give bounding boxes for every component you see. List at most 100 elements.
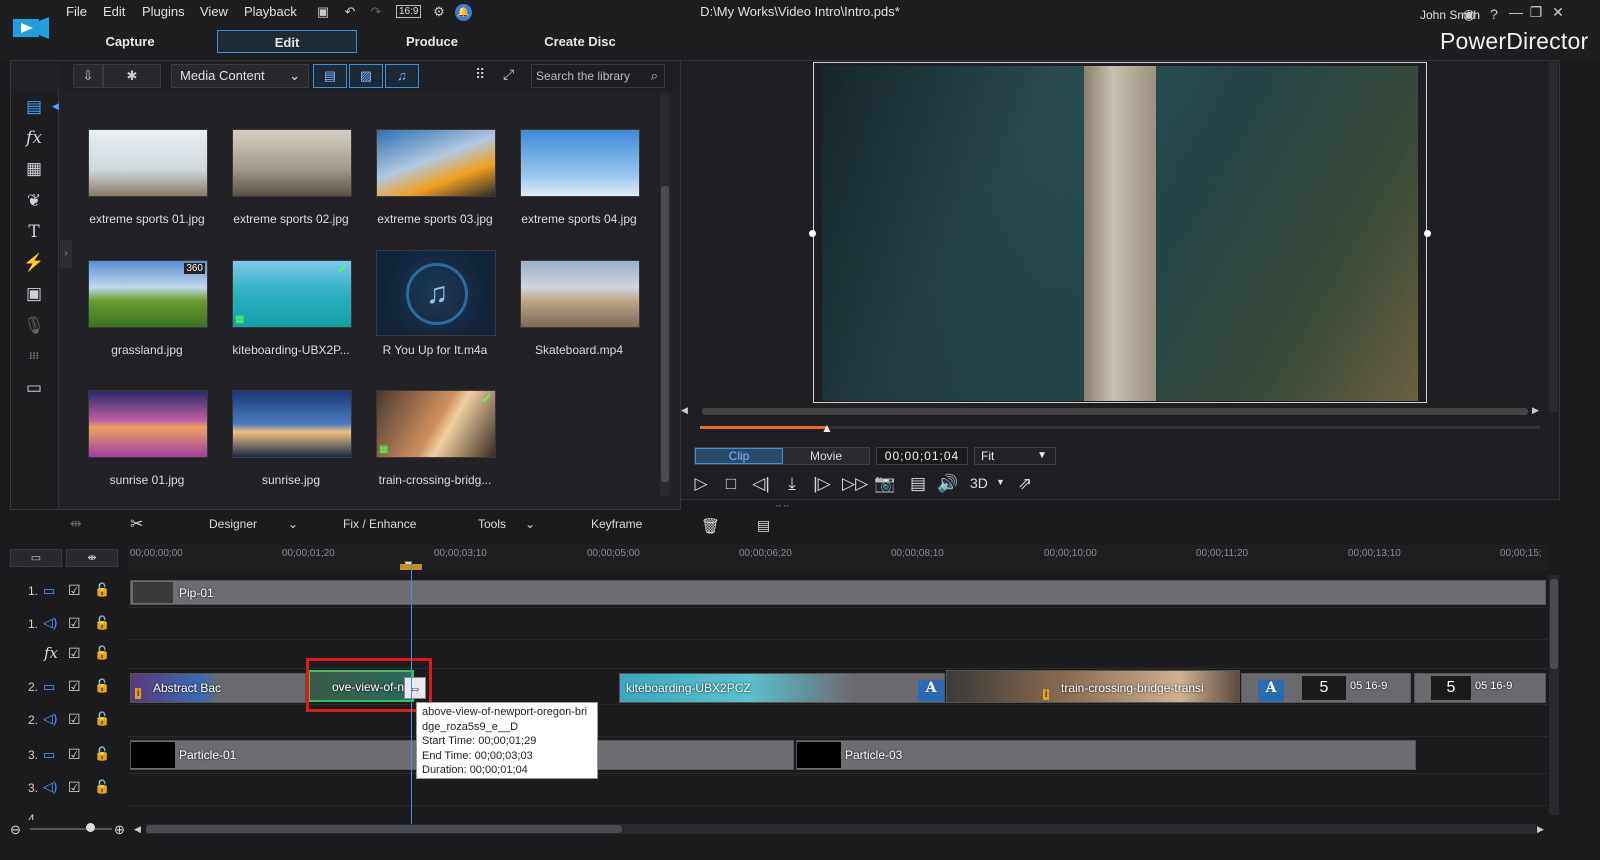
timecode-display[interactable]: 00;00;01;04 bbox=[876, 447, 968, 465]
voice-over-room-icon[interactable]: 🎙 bbox=[23, 315, 45, 337]
clip-particle-03[interactable]: Particle-03 bbox=[796, 740, 1416, 770]
scroll-left-icon[interactable]: ◀ bbox=[681, 405, 688, 416]
resize-handle-right[interactable] bbox=[1424, 230, 1431, 237]
track-enable-checkbox[interactable]: ☑ bbox=[68, 615, 81, 632]
media-content-select[interactable]: Media Content ⌄ bbox=[171, 64, 309, 88]
restore-icon[interactable]: ❐ bbox=[1527, 4, 1545, 21]
snapshot-camera-icon[interactable]: 📷 bbox=[874, 474, 896, 494]
clip-train-crossing[interactable]: train-crossing-bridge-transi i bbox=[946, 670, 1240, 703]
volume-icon[interactable]: 🔊 bbox=[937, 474, 959, 494]
preview-vertical-scrollbar[interactable] bbox=[1549, 62, 1558, 412]
transition-room-icon[interactable]: ⚡ bbox=[23, 252, 45, 274]
menu-edit[interactable]: Edit bbox=[103, 4, 125, 19]
track-manager-button[interactable]: ▭ bbox=[10, 549, 62, 567]
subtitles-icon[interactable]: ▤ bbox=[907, 474, 929, 494]
timeline-ruler[interactable] bbox=[128, 545, 1548, 570]
3d-mode-button[interactable]: 3D bbox=[970, 475, 988, 491]
import-media-button[interactable]: ⇩ bbox=[73, 64, 103, 88]
undock-preview-icon[interactable]: ⇗ bbox=[1014, 474, 1036, 494]
playback-slider-handle[interactable]: ▲ bbox=[821, 421, 833, 435]
clip-mode-button[interactable]: Clip bbox=[695, 448, 783, 464]
3d-dropdown-icon[interactable]: ▼ bbox=[996, 477, 1005, 487]
previous-frame-icon[interactable]: ◁| bbox=[750, 474, 772, 494]
plugins-button[interactable]: ✱ bbox=[103, 64, 161, 88]
tab-edit[interactable]: Edit bbox=[217, 30, 357, 53]
media-thumb-kiteboarding[interactable]: ✓ ▦ bbox=[232, 260, 352, 328]
media-thumb-extreme-sports-01[interactable] bbox=[88, 129, 208, 197]
more-features-icon[interactable]: ▤ bbox=[757, 517, 770, 534]
grid-view-icon[interactable]: ⠿ bbox=[475, 66, 485, 83]
subtitle-room-icon[interactable]: ▭ bbox=[23, 377, 45, 399]
preview-horizontal-scrollbar[interactable] bbox=[702, 408, 1528, 415]
media-thumb-grassland[interactable]: 360 bbox=[88, 260, 208, 328]
menu-playback[interactable]: Playback bbox=[244, 4, 297, 19]
track-enable-checkbox[interactable]: ☑ bbox=[68, 746, 81, 763]
menu-file[interactable]: File bbox=[66, 4, 87, 19]
undo-icon[interactable]: ↶ bbox=[342, 4, 358, 20]
track-lock-icon[interactable]: 🔓 bbox=[94, 678, 110, 694]
minimize-icon[interactable]: — bbox=[1507, 4, 1525, 20]
tools-menu[interactable]: Tools bbox=[478, 517, 506, 531]
track-enable-checkbox[interactable]: ☑ bbox=[68, 779, 81, 796]
scroll-right-icon[interactable]: ▶ bbox=[1532, 405, 1539, 416]
filter-audio-button[interactable]: ♫ bbox=[385, 64, 419, 88]
media-thumb-sunrise-01[interactable] bbox=[88, 390, 208, 458]
clip-pip-01[interactable]: Pip-01 bbox=[130, 580, 1546, 605]
split-marker-icon[interactable]: ⤓ bbox=[781, 474, 803, 494]
save-icon[interactable]: ▣ bbox=[315, 4, 331, 20]
stop-icon[interactable]: □ bbox=[720, 474, 742, 494]
media-thumb-skateboard[interactable] bbox=[520, 260, 640, 328]
chevron-down-icon[interactable]: ⌄ bbox=[288, 517, 298, 531]
link-unlink-icon[interactable]: ⇹ bbox=[70, 515, 82, 532]
timeline-horizontal-scrollbar[interactable] bbox=[146, 824, 1536, 834]
expand-panel-icon[interactable]: › bbox=[60, 240, 72, 268]
zoom-in-icon[interactable]: ⊕ bbox=[114, 822, 125, 838]
next-frame-icon[interactable]: |▷ bbox=[811, 474, 833, 494]
timeline-vertical-scrollbar[interactable] bbox=[1549, 575, 1559, 815]
track-lock-icon[interactable]: 🔓 bbox=[94, 582, 110, 598]
track-lock-icon[interactable]: 🔓 bbox=[94, 645, 110, 661]
tab-produce[interactable]: Produce bbox=[372, 30, 492, 53]
media-thumb-train-crossing[interactable]: ✓ ▦ bbox=[376, 390, 496, 458]
settings-gear-icon[interactable]: ⚙ bbox=[431, 4, 447, 20]
zoom-slider-handle[interactable] bbox=[86, 823, 95, 832]
preview-video[interactable] bbox=[822, 66, 1418, 401]
track-lock-icon[interactable]: 🔓 bbox=[94, 615, 110, 631]
menu-plugins[interactable]: Plugins bbox=[142, 4, 185, 19]
split-scissors-icon[interactable]: ✂ bbox=[130, 514, 143, 534]
track-enable-checkbox[interactable]: ☑ bbox=[68, 645, 81, 662]
clip-countdown-2[interactable]: 5 05 16-9 bbox=[1414, 673, 1546, 703]
particle-room-icon[interactable]: ❦ bbox=[23, 190, 45, 212]
clip-countdown-1[interactable]: A 5 05 16-9 bbox=[1241, 673, 1411, 703]
fit-timeline-button[interactable]: ⇼ bbox=[66, 549, 118, 567]
tab-capture[interactable]: Capture bbox=[70, 30, 190, 53]
keyframe-button[interactable]: Keyframe bbox=[591, 517, 642, 531]
chevron-down-icon[interactable]: ⌄ bbox=[525, 517, 535, 531]
media-thumb-extreme-sports-02[interactable] bbox=[232, 129, 352, 197]
user-account-icon[interactable]: ◉ bbox=[1460, 6, 1478, 23]
menu-view[interactable]: View bbox=[200, 4, 228, 19]
scroll-left-icon[interactable]: ◀ bbox=[134, 824, 141, 835]
title-room-icon[interactable]: T bbox=[23, 221, 45, 243]
media-thumb-extreme-sports-03[interactable] bbox=[376, 129, 496, 197]
track-enable-checkbox[interactable]: ☑ bbox=[68, 582, 81, 599]
resize-handle-left[interactable] bbox=[809, 230, 816, 237]
track-enable-checkbox[interactable]: ☑ bbox=[68, 711, 81, 728]
aspect-ratio-button[interactable]: 16:9 bbox=[396, 5, 422, 18]
filter-video-button[interactable]: ▤ bbox=[313, 64, 347, 88]
clip-kiteboarding[interactable]: kiteboarding-UBX2PCZ A bbox=[619, 673, 945, 703]
zoom-out-icon[interactable]: ⊖ bbox=[10, 822, 21, 838]
track-lock-icon[interactable]: 🔓 bbox=[94, 746, 110, 762]
media-thumb-audio[interactable]: ♫ bbox=[376, 250, 496, 336]
scroll-thumb[interactable] bbox=[661, 186, 669, 482]
filter-image-button[interactable]: ▨ bbox=[349, 64, 383, 88]
track-lock-icon[interactable]: 🔓 bbox=[94, 779, 110, 795]
movie-mode-button[interactable]: Movie bbox=[783, 448, 869, 464]
pip-objects-room-icon[interactable]: ▦ bbox=[23, 158, 45, 180]
audio-mixing-room-icon[interactable]: ▣ bbox=[23, 283, 45, 305]
zoom-select[interactable]: Fit ▼ bbox=[974, 447, 1056, 465]
panel-splitter[interactable]: ⠒⠒ bbox=[775, 502, 790, 513]
library-scrollbar[interactable] bbox=[660, 94, 670, 496]
zoom-slider[interactable] bbox=[30, 828, 112, 830]
play-icon[interactable]: ▷ bbox=[690, 474, 712, 494]
